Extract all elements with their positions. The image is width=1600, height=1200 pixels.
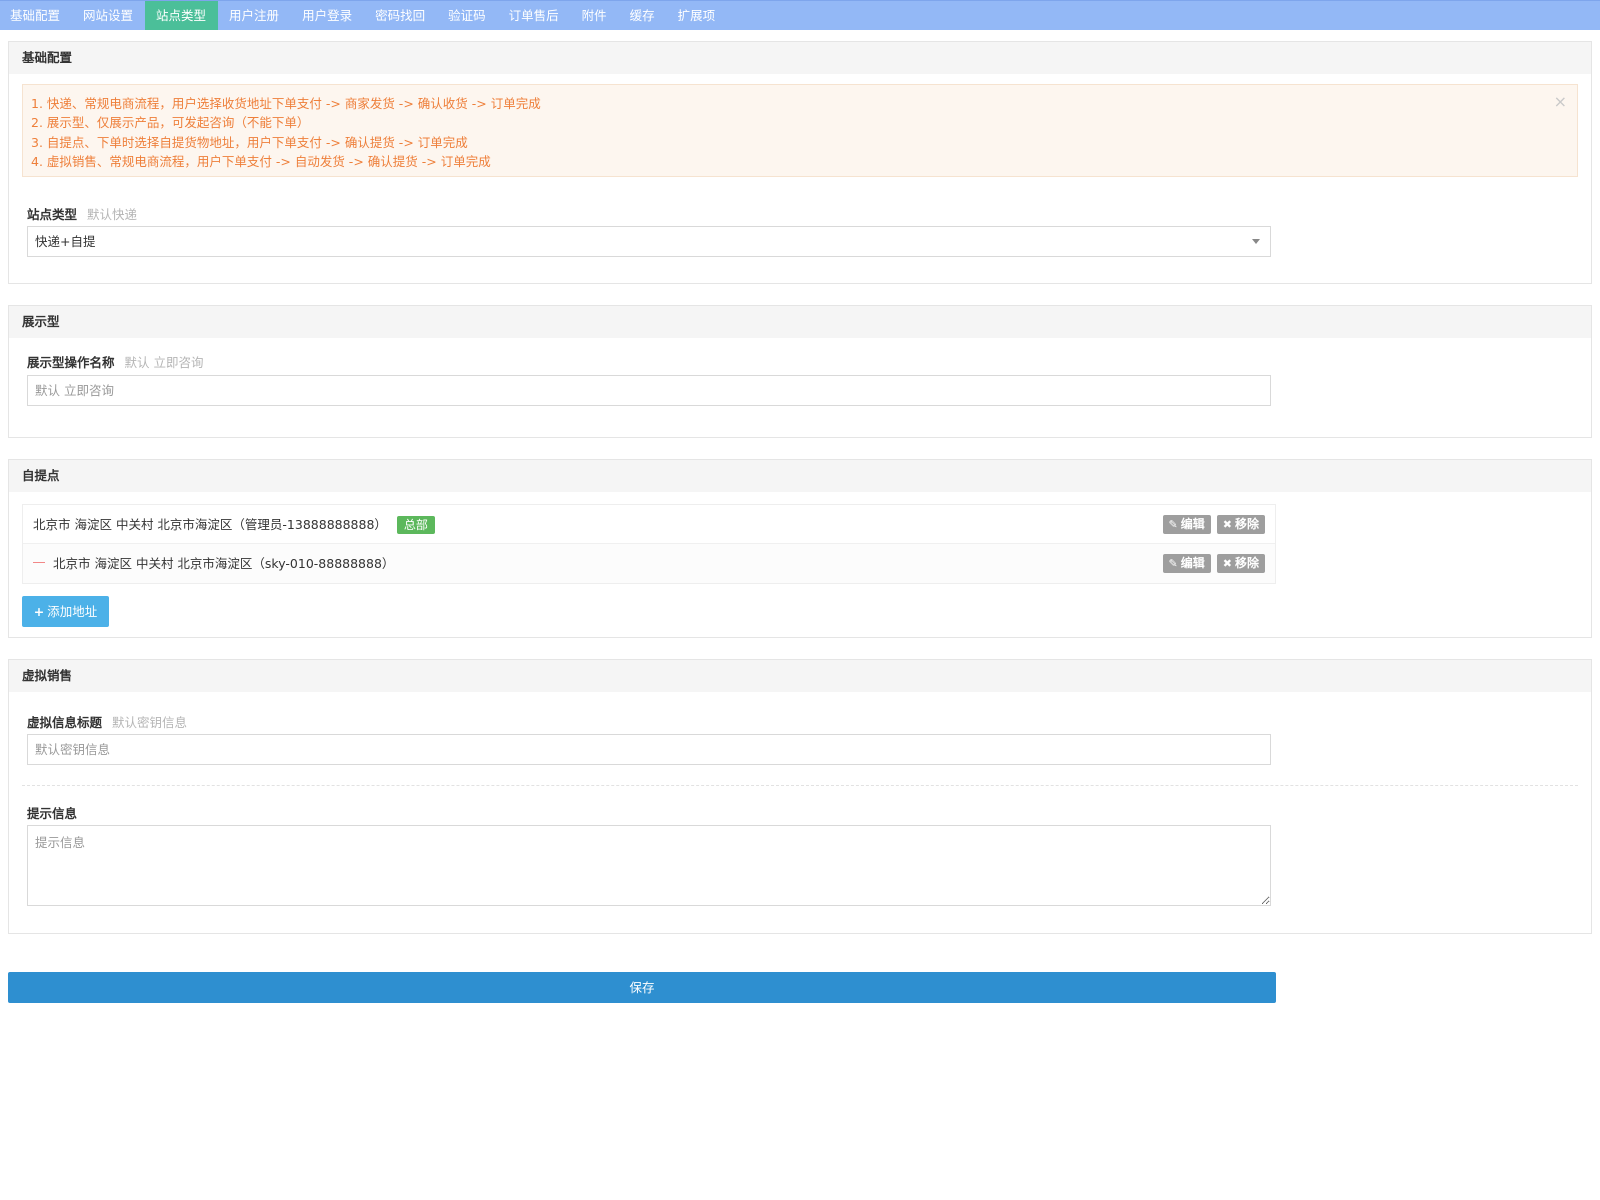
save-button[interactable]: 保存 <box>8 972 1276 1003</box>
selected-value: 快递+自提 <box>35 234 96 249</box>
edit-label: 编辑 <box>1180 517 1205 531</box>
top-tab-bar: 基础配置 网站设置 站点类型 用户注册 用户登录 密码找回 验证码 订单售后 附… <box>0 0 1600 30</box>
site-type-notice: 1. 快递、常规电商流程，用户选择收货地址下单支付 -> 商家发货 -> 确认收… <box>22 84 1578 177</box>
remove-button[interactable]: ✖ 移除 <box>1216 515 1265 534</box>
row-actions: ✎ 编辑 ✖ 移除 <box>1162 515 1265 534</box>
list-item: 北京市 海淀区 中关村 北京市海淀区（管理员-13888888888） 总部 ✎ 编… <box>23 505 1275 544</box>
tab-after-sales[interactable]: 订单售后 <box>497 1 570 30</box>
info-title-label: 虚拟信息标题 默认密钥信息 <box>27 712 187 731</box>
label-text: 站点类型 <box>27 207 78 222</box>
add-address-button[interactable]: + 添加地址 <box>22 596 109 627</box>
list-item: 北京市 海淀区 中关村 北京市海淀区（sky-010-88888888） ✎ 编辑… <box>23 544 1275 583</box>
label-text: 展示型操作名称 <box>27 355 115 370</box>
tab-captcha[interactable]: 验证码 <box>437 1 498 30</box>
plus-icon: + <box>33 604 45 619</box>
tab-basic-config[interactable]: 基础配置 <box>0 1 72 30</box>
edit-label: 编辑 <box>1180 556 1205 570</box>
label-hint: 默认快递 <box>87 207 138 222</box>
op-name-input[interactable] <box>27 375 1271 406</box>
remove-label: 移除 <box>1234 517 1259 531</box>
notice-line: 2. 展示型、仅展示产品，可发起咨询（不能下单） <box>31 115 310 131</box>
panel-title: 展示型 <box>9 306 1591 338</box>
close-icon: ✖ <box>1222 518 1232 531</box>
tab-extensions[interactable]: 扩展项 <box>666 1 727 30</box>
edit-button[interactable]: ✎ 编辑 <box>1162 515 1211 534</box>
virtual-sales-panel: 虚拟销售 虚拟信息标题默认密钥信息 提示信息 <box>8 659 1592 934</box>
address-text: 北京市 海淀区 中关村 北京市海淀区（管理员-13888888888） <box>33 517 387 532</box>
op-name-label: 展示型操作名称 默认 立即咨询 <box>27 352 204 371</box>
tab-site-settings[interactable]: 网站设置 <box>72 1 145 30</box>
panel-title: 虚拟销售 <box>9 660 1591 692</box>
basic-config-panel: 基础配置 1. 快递、常规电商流程，用户选择收货地址下单支付 -> 商家发货 -… <box>8 41 1592 284</box>
edit-icon: ✎ <box>1168 518 1178 531</box>
headquarters-badge: 总部 <box>396 515 435 534</box>
remove-button[interactable]: ✖ 移除 <box>1216 554 1265 573</box>
tab-cache[interactable]: 缓存 <box>618 1 666 30</box>
notice-line: 1. 快递、常规电商流程，用户选择收货地址下单支付 -> 商家发货 -> 确认收… <box>31 96 541 111</box>
caret-down-icon <box>1252 239 1260 244</box>
tab-site-type[interactable]: 站点类型 <box>144 1 218 30</box>
tab-user-register[interactable]: 用户注册 <box>218 1 291 30</box>
label-text: 虚拟信息标题 <box>27 715 103 730</box>
tip-textarea[interactable] <box>27 825 1271 906</box>
label-hint: 默认密钥信息 <box>112 715 188 730</box>
image-placeholder-icon <box>33 561 45 570</box>
notice-line: 4. 虚拟销售、常规电商流程，用户下单支付 -> 自动发货 -> 确认提货 ->… <box>31 153 491 169</box>
tip-label: 提示信息 <box>27 806 78 821</box>
panel-title: 自提点 <box>9 460 1591 492</box>
divider <box>22 785 1578 786</box>
panel-title: 基础配置 <box>9 42 1591 74</box>
tab-user-login[interactable]: 用户登录 <box>291 1 364 30</box>
tab-attachments[interactable]: 附件 <box>570 1 618 30</box>
site-type-label: 站点类型 默认快递 <box>27 204 137 223</box>
edit-button[interactable]: ✎ 编辑 <box>1162 554 1211 573</box>
add-address-label: 添加地址 <box>47 604 98 619</box>
label-hint: 默认 立即咨询 <box>124 355 204 370</box>
address-text: 北京市 海淀区 中关村 北京市海淀区（sky-010-88888888） <box>53 556 395 571</box>
pickup-point-panel: 自提点 北京市 海淀区 中关村 北京市海淀区（管理员-13888888888） 总… <box>8 459 1592 638</box>
address-list: 北京市 海淀区 中关村 北京市海淀区（管理员-13888888888） 总部 ✎ 编… <box>22 504 1276 584</box>
site-type-select[interactable]: 快递+自提 <box>27 226 1271 257</box>
remove-label: 移除 <box>1234 556 1259 570</box>
tab-password-recovery[interactable]: 密码找回 <box>364 1 437 30</box>
notice-line: 3. 自提点、下单时选择自提货物地址，用户下单支付 -> 确认提货 -> 订单完… <box>31 134 468 150</box>
close-icon: ✖ <box>1222 557 1232 570</box>
close-icon[interactable]: × <box>1554 94 1567 110</box>
info-title-input[interactable] <box>27 734 1271 765</box>
display-type-panel: 展示型 展示型操作名称 默认 立即咨询 <box>8 305 1592 438</box>
row-actions: ✎ 编辑 ✖ 移除 <box>1162 554 1265 573</box>
edit-icon: ✎ <box>1168 557 1178 570</box>
